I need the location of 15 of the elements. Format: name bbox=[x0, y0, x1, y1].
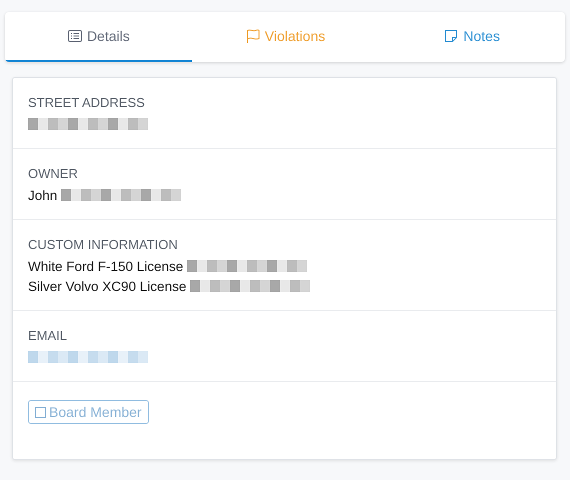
field-label: STREET ADDRESS bbox=[28, 95, 146, 110]
field-value: White Ford F-150 License bbox=[28, 258, 184, 274]
field-value: Silver Volvo XC90 License bbox=[28, 278, 186, 294]
list-icon bbox=[66, 28, 83, 44]
tab[interactable]: Violations bbox=[192, 12, 378, 62]
field-label: OWNER bbox=[28, 166, 79, 181]
checkbox-icon bbox=[35, 406, 46, 418]
tab[interactable]: Notes bbox=[378, 12, 565, 62]
tab[interactable]: Details bbox=[5, 12, 192, 62]
board-member-toggle[interactable]: Board Member bbox=[28, 400, 149, 424]
note-icon bbox=[443, 28, 460, 44]
field-label: CUSTOM INFORMATION bbox=[28, 237, 179, 252]
field-value: John bbox=[28, 188, 58, 202]
flag-icon bbox=[244, 28, 261, 44]
field-label: EMAIL bbox=[28, 328, 68, 343]
